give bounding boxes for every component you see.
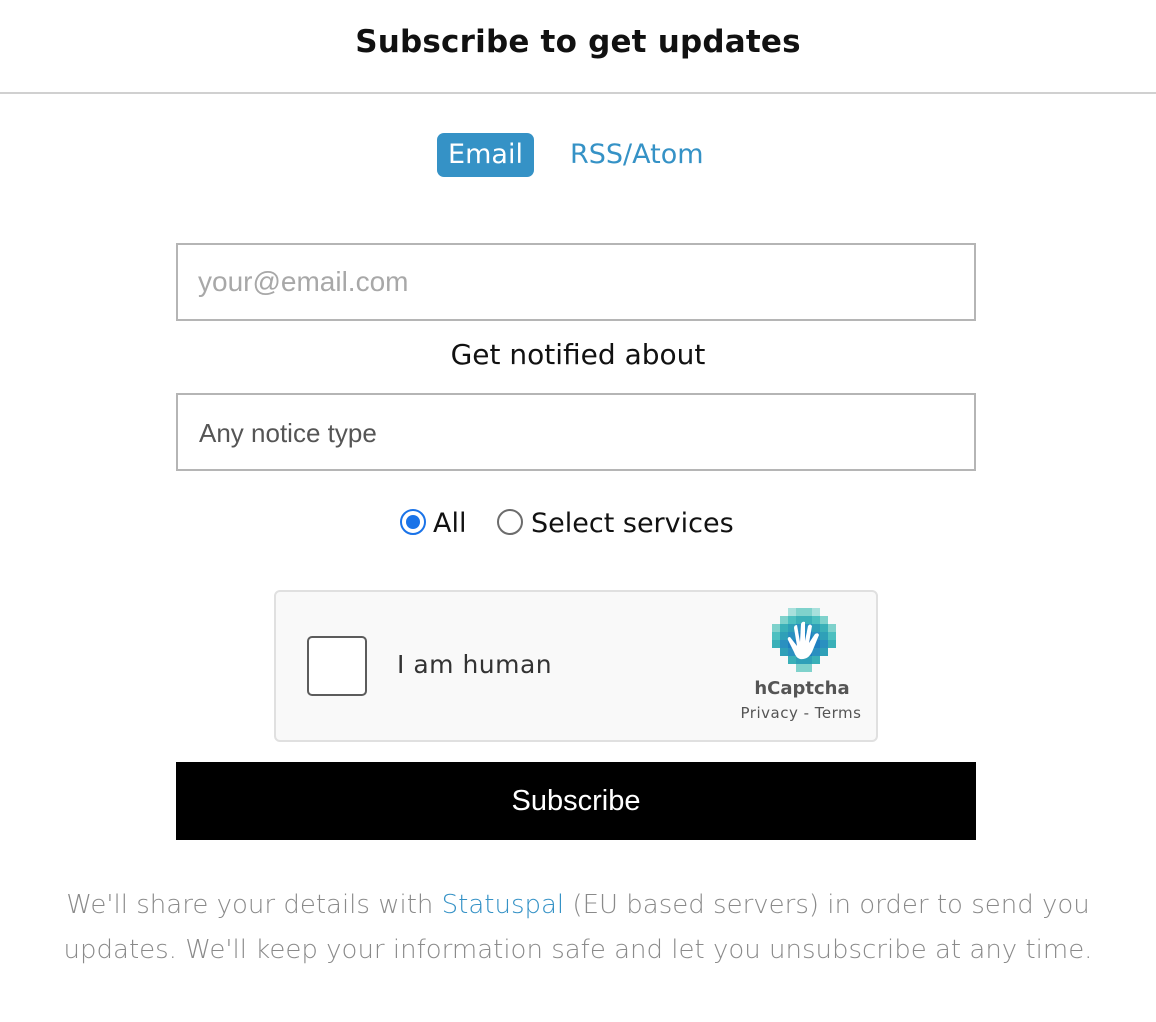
page-title: Subscribe to get updates	[355, 24, 801, 60]
subscribe-button[interactable]: Subscribe	[176, 762, 976, 840]
hcaptcha-brand: hCaptcha	[754, 678, 850, 699]
notice-type-select[interactable]: Any notice type	[176, 393, 976, 471]
service-scope-radios: All Select services	[0, 505, 1156, 545]
tab-rss-atom[interactable]: RSS/Atom	[570, 133, 704, 177]
statuspal-link[interactable]: Statuspal	[442, 890, 565, 920]
captcha-links: Privacy - Terms	[716, 704, 886, 722]
tab-email[interactable]: Email	[437, 133, 534, 177]
captcha-link-separator: -	[798, 704, 815, 722]
hcaptcha-logo-icon	[772, 608, 836, 672]
subscription-tabs: Email RSS/Atom	[0, 133, 1156, 177]
privacy-note-text-before: We'll share your details with	[66, 890, 442, 920]
radio-all[interactable]	[400, 509, 426, 535]
email-field[interactable]	[176, 243, 976, 321]
notify-label: Get notified about	[450, 338, 706, 371]
radio-select-services[interactable]	[497, 509, 523, 535]
captcha-prompt: I am human	[397, 650, 553, 679]
privacy-note: We'll share your details with Statuspal …	[60, 883, 1096, 973]
hcaptcha-widget: I am human hCaptcha Privacy - Terms	[274, 590, 878, 742]
radio-select-services-label[interactable]: Select services	[531, 505, 734, 543]
captcha-privacy-link[interactable]: Privacy	[741, 704, 799, 722]
radio-all-label[interactable]: All	[433, 505, 466, 543]
page-header: Subscribe to get updates	[0, 0, 1156, 94]
captcha-terms-link[interactable]: Terms	[815, 704, 862, 722]
captcha-checkbox[interactable]	[307, 636, 367, 696]
